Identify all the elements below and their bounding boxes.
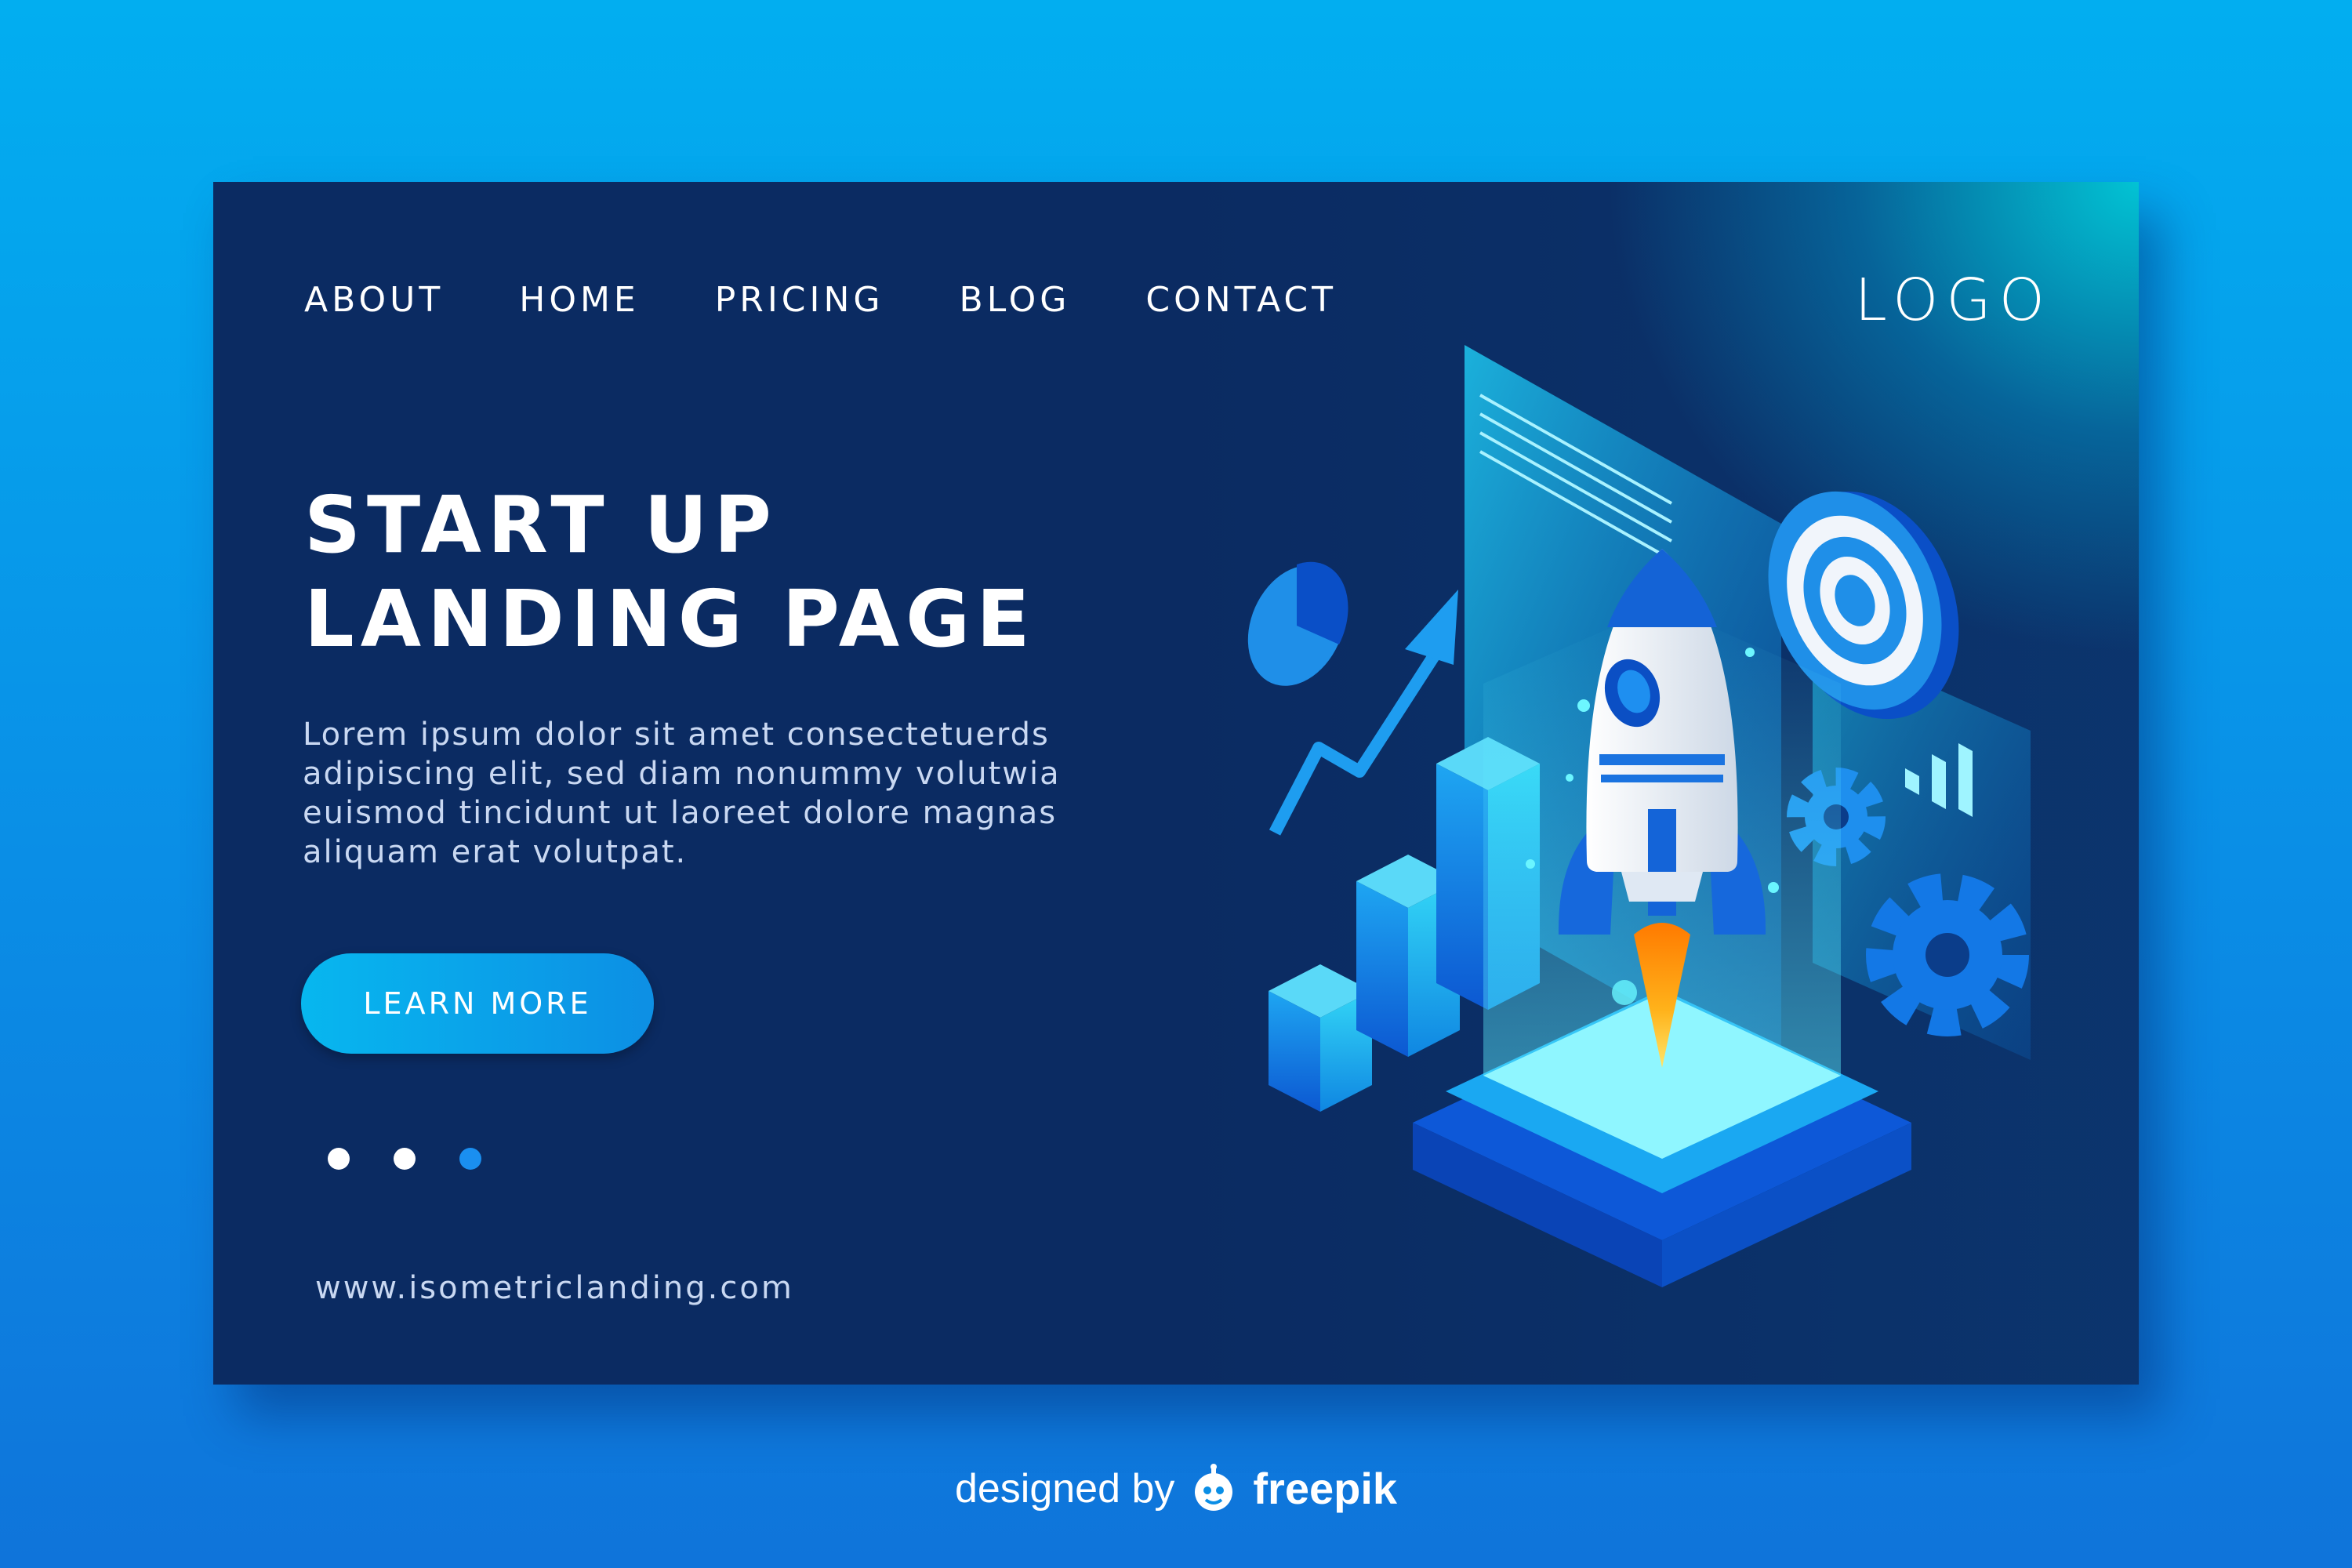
- freepik-mascot-icon: [1195, 1463, 1233, 1511]
- freepik-credit: designed by freepik: [0, 1463, 2352, 1514]
- pie-chart-icon: [1247, 561, 1348, 686]
- credit-brand[interactable]: freepik: [1253, 1463, 1397, 1514]
- landing-card: ABOUT HOME PRICING BLOG CONTACT LOGO STA…: [213, 182, 2139, 1385]
- credit-prefix: designed by: [954, 1465, 1175, 1512]
- startup-illustration: [1247, 345, 2031, 1287]
